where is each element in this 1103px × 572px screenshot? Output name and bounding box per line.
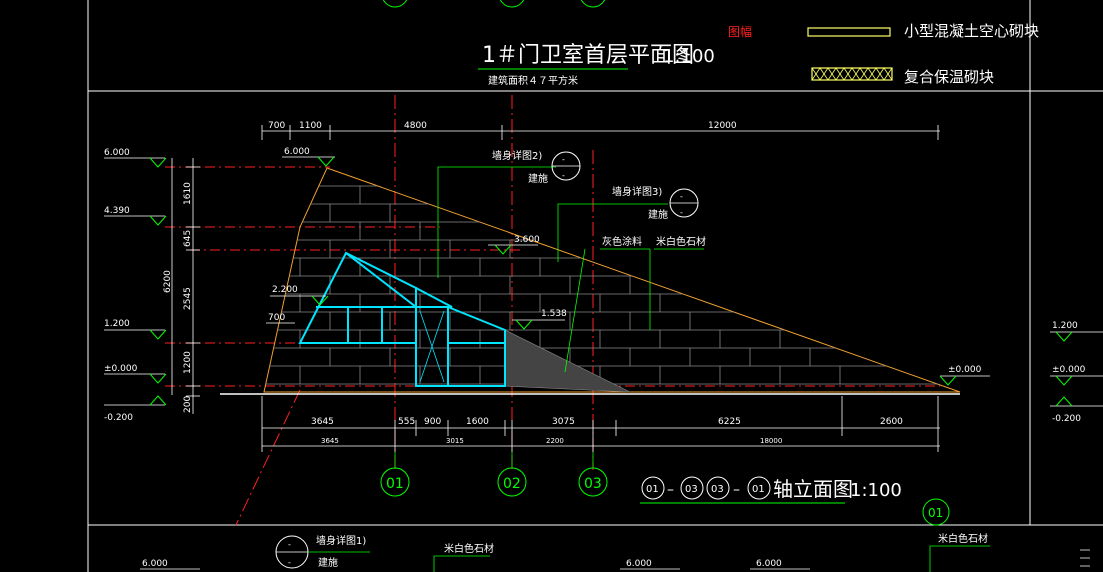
bottom-axis-label: 01	[928, 506, 943, 520]
callout-jianshi-b: 建施	[648, 208, 668, 221]
callout-detail3: 墙身详图3)	[612, 185, 662, 198]
vdim-2: 2545	[183, 287, 193, 310]
callout-detail2: 墙身详图2)	[492, 149, 542, 162]
elev-c: 03	[711, 484, 724, 495]
inner-level-5: 700	[268, 313, 285, 323]
elev-scale: 1:100	[850, 480, 902, 501]
elev-d: 01	[752, 484, 765, 495]
lower-detail1: 墙身详图1)	[316, 534, 366, 547]
inner-level-0: 6.000	[284, 147, 310, 157]
callout-dash-b1: -	[680, 192, 683, 201]
level-right-1: ±0.000	[1052, 365, 1086, 375]
legend-block-label: 小型混凝土空心砌块	[904, 22, 1039, 40]
level-left-2: 1.200	[104, 319, 130, 329]
cad-drawing-canvas: 1＃门卫室首层平面图 1:100 建筑面积４７平方米 图幅 小型混凝土空心砌块 …	[0, 0, 1103, 572]
lower-level-b: 6.000	[626, 559, 652, 569]
bdim1-4: 3075	[552, 417, 575, 427]
callout-dash-a1: -	[562, 155, 565, 164]
bdim1-1: 555	[398, 417, 415, 427]
elev-b: 03	[685, 484, 698, 495]
bdim1-2: 900	[424, 417, 441, 427]
level-left-3: ±0.000	[104, 364, 138, 374]
vdim-4: 200	[183, 396, 193, 413]
lower-white-stone-b: 米白色石材	[938, 532, 988, 545]
callout-jianshi-a: 建施	[528, 172, 548, 185]
vdim-3: 1200	[183, 351, 193, 374]
bdim1-6: 2600	[880, 417, 903, 427]
level-left-1: 4.390	[104, 206, 130, 216]
lower-dash-1: -	[288, 540, 291, 549]
bdim2-2: 2200	[546, 437, 564, 445]
elev-dash-2: –	[733, 482, 740, 498]
axis-label-02: 02	[503, 476, 521, 492]
inner-level-3: 1.538	[541, 309, 567, 319]
top-dim-1: 1100	[299, 121, 322, 131]
inner-level-4: ±0.000	[948, 365, 982, 375]
sheet-flag: 图幅	[728, 24, 752, 39]
lower-level-c: 6.000	[756, 559, 782, 569]
level-left-0: 6.000	[104, 148, 130, 158]
elev-label: 轴立面图	[773, 477, 853, 501]
bdim2-0: 3645	[321, 437, 339, 445]
plan-title-scale: 1:100	[663, 46, 715, 67]
elev-dash-1: –	[667, 482, 674, 498]
vdim-1: 645	[183, 230, 193, 247]
top-dim-2: 4800	[404, 121, 427, 131]
bdim1-5: 6225	[718, 417, 741, 427]
lower-white-stone-a: 米白色石材	[444, 542, 494, 555]
vdim-5: 6200	[163, 270, 173, 293]
bdim2-1: 3015	[446, 437, 464, 445]
lower-level-a: 6.000	[142, 559, 168, 569]
level-left-4: -0.200	[104, 413, 133, 423]
lower-jianshi: 建施	[318, 556, 338, 569]
legend-insulation-label: 复合保温砌块	[904, 68, 994, 86]
inner-level-2: 2.200	[272, 285, 298, 295]
level-right-2: -0.200	[1052, 414, 1081, 424]
plan-area-text: 建筑面积４７平方米	[488, 74, 578, 87]
axis-label-01: 01	[386, 476, 404, 492]
bdim1-0: 3645	[311, 417, 334, 427]
vdim-0: 1610	[183, 182, 193, 205]
lower-dash-2: -	[288, 558, 291, 567]
callout-dash-a2: -	[562, 171, 565, 180]
inner-level-1: 3.600	[514, 235, 540, 245]
bdim2-3: 18000	[760, 437, 782, 445]
bdim1-3: 1600	[466, 417, 489, 427]
elev-a: 01	[646, 484, 659, 495]
callout-dash-b2: -	[680, 208, 683, 217]
axis-label-03: 03	[584, 476, 602, 492]
callout-white-stone: 米白色石材	[656, 235, 706, 248]
top-dim-3: 12000	[708, 121, 737, 131]
callout-grey-paint: 灰色涂料	[602, 235, 642, 248]
top-dim-0: 700	[268, 121, 285, 131]
level-right-0: 1.200	[1052, 321, 1078, 331]
